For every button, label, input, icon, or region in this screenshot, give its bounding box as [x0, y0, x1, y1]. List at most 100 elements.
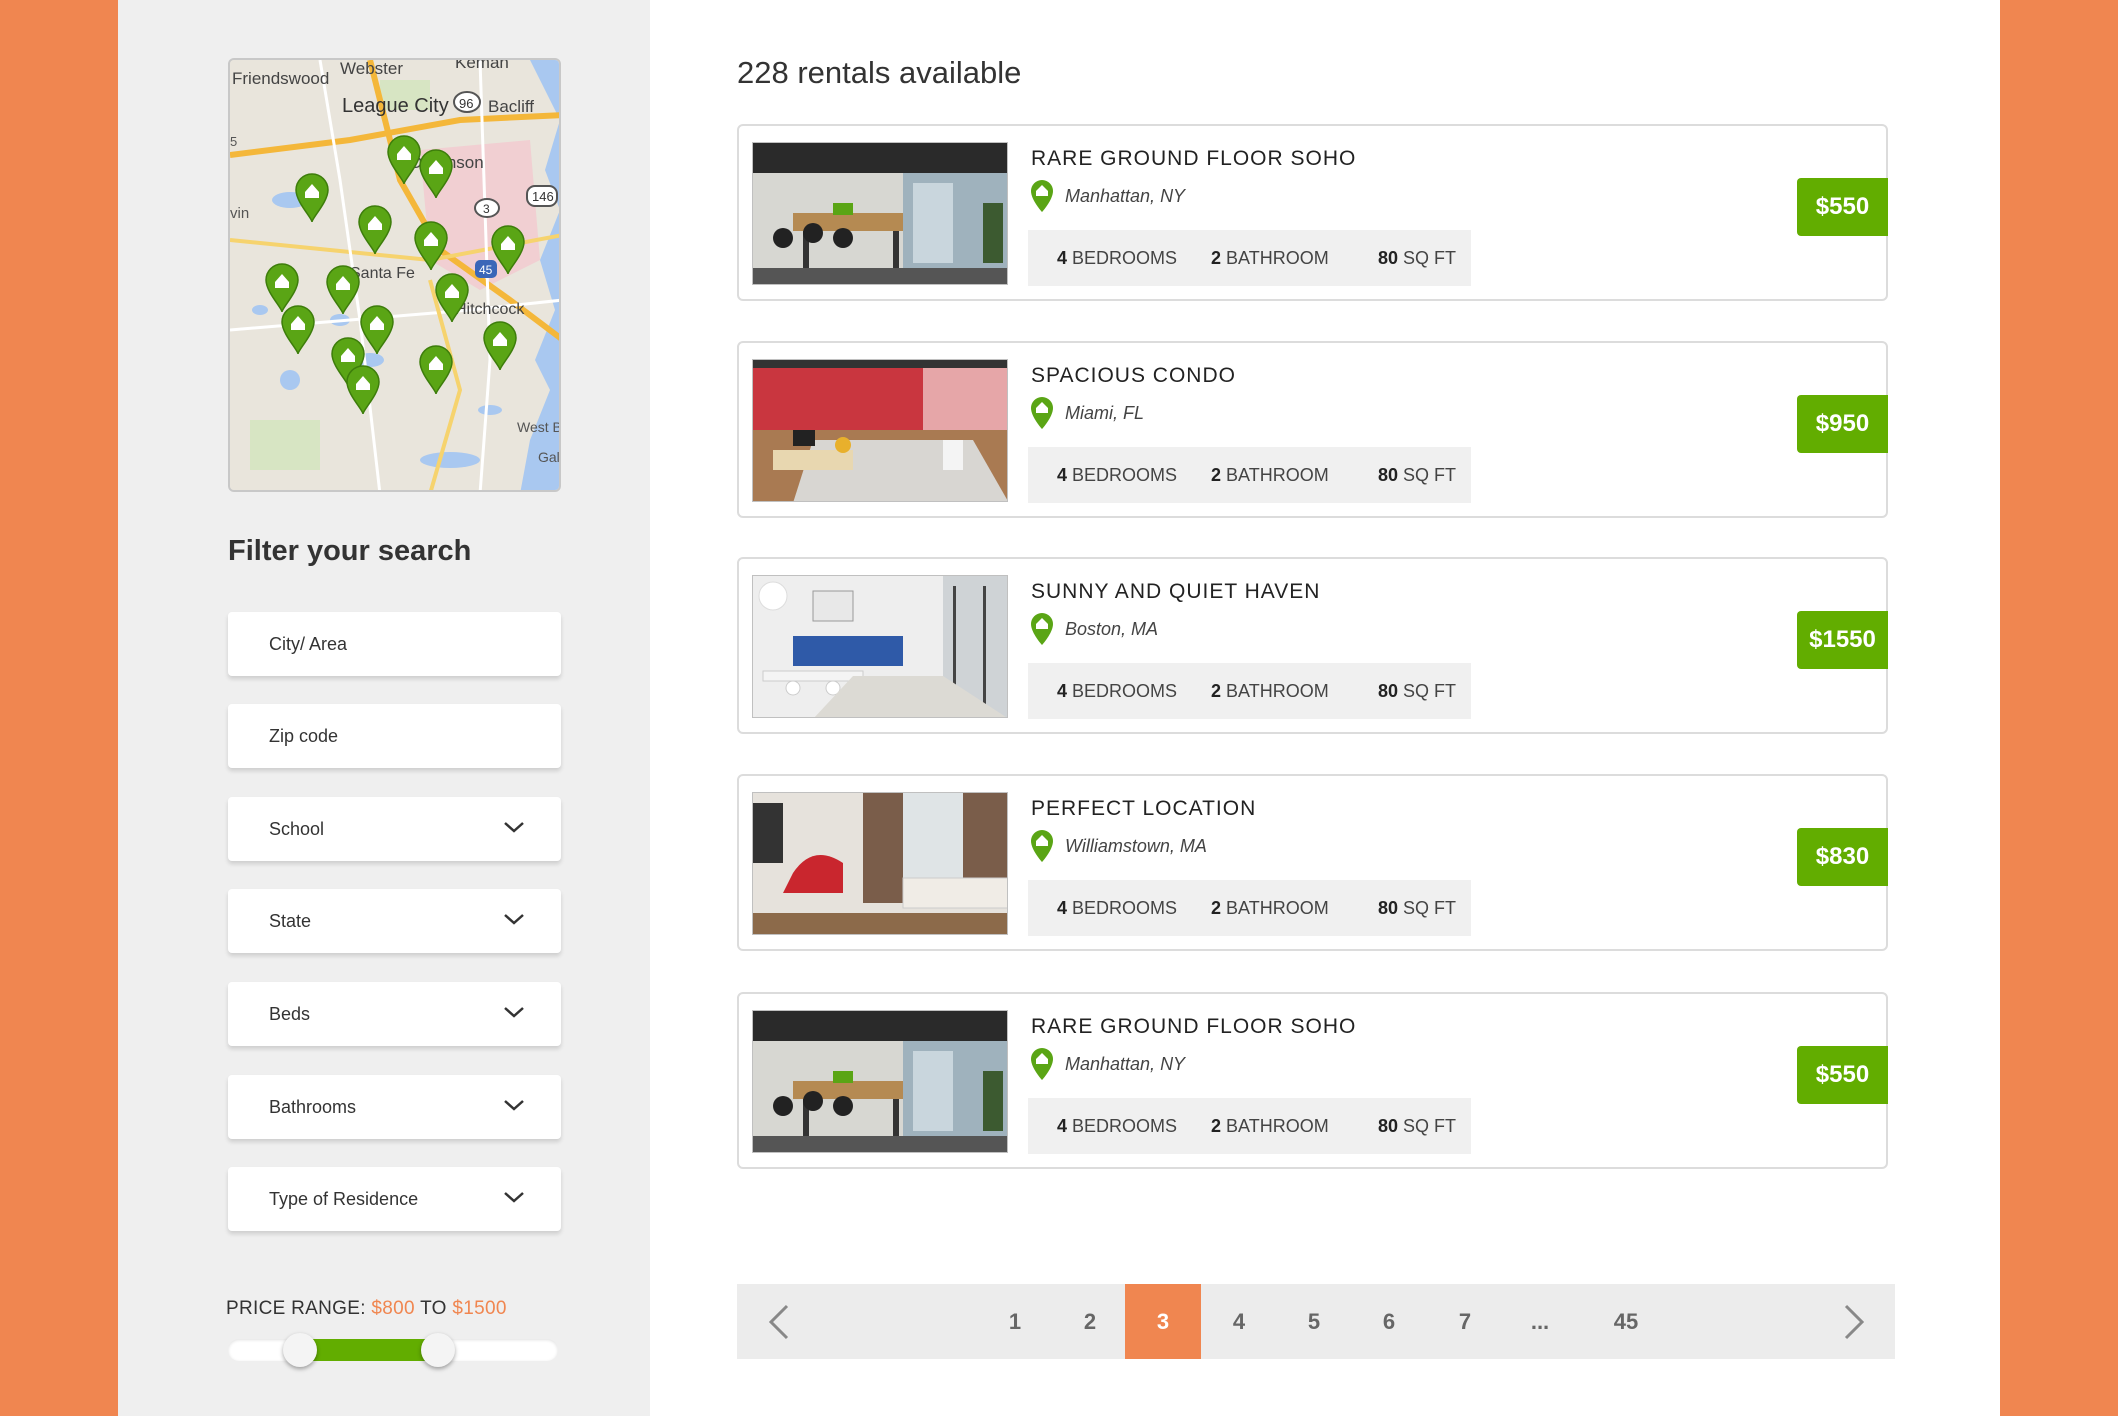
route-shield: 146 [526, 185, 558, 207]
area-spec: 80 SQ FT [1378, 464, 1457, 485]
bathrooms-select[interactable]: Bathrooms [228, 1075, 561, 1139]
svg-text:96: 96 [459, 96, 473, 111]
chevron-down-icon [504, 914, 524, 925]
map-label: 5 [230, 134, 237, 149]
chevron-down-icon [504, 1007, 524, 1018]
price-range-slider[interactable] [228, 1333, 558, 1367]
field-label: Bathrooms [269, 1096, 357, 1117]
listing-photo[interactable] [752, 575, 1008, 718]
baths-spec: 2 BATHROOM [1211, 464, 1329, 485]
route-shield: 3 [474, 198, 500, 218]
slider-fill [300, 1339, 438, 1361]
price-badge: $550 [1797, 178, 1888, 236]
field-label: Beds [269, 1003, 311, 1024]
listing-photo[interactable] [752, 792, 1008, 935]
location-text: Boston, MA [1065, 618, 1159, 639]
route-shield: 45 [475, 260, 497, 278]
price-badge: $550 [1797, 1046, 1888, 1104]
slider-min-handle[interactable] [283, 1333, 317, 1367]
listing-specs: 4 BEDROOMS 2 BATHROOM 80 SQ FT [1028, 230, 1471, 286]
page-button-active[interactable]: 3 [1125, 1284, 1201, 1359]
beds-spec: 4 BEDROOMS [1057, 1115, 1178, 1136]
page-button[interactable]: 2 [1052, 1284, 1128, 1359]
beds-spec: 4 BEDROOMS [1057, 247, 1178, 268]
baths-spec: 2 BATHROOM [1211, 897, 1329, 918]
page-button[interactable]: 7 [1427, 1284, 1503, 1359]
location-pin-icon [1031, 180, 1053, 212]
location-text: Manhattan, NY [1065, 185, 1186, 206]
location-text: Williamstown, MA [1065, 835, 1207, 856]
listing-specs: 4 BEDROOMS 2 BATHROOM 80 SQ FT [1028, 880, 1471, 936]
listing-photo[interactable] [752, 1010, 1008, 1153]
listing-title[interactable]: RARE GROUND FLOOR SOHO [1031, 1015, 1356, 1039]
area-spec: 80 SQ FT [1378, 897, 1457, 918]
field-label: City/ Area [269, 633, 348, 654]
map-label: Kemah [455, 60, 509, 72]
map-label: Webster [340, 60, 403, 78]
listing-photo[interactable] [752, 359, 1008, 502]
location-pin-icon [1031, 397, 1053, 429]
listing-title[interactable]: SUNNY AND QUIET HAVEN [1031, 580, 1320, 604]
page-button[interactable]: 4 [1201, 1284, 1277, 1359]
listing-card[interactable]: SPACIOUS CONDO Miami, FL 4 BEDROOMS 2 BA… [737, 341, 1888, 518]
listing-card[interactable]: RARE GROUND FLOOR SOHO Manhattan, NY 4 B… [737, 992, 1888, 1169]
listing-photo[interactable] [752, 142, 1008, 285]
price-badge: $950 [1797, 395, 1888, 453]
city-area-input[interactable]: City/ Area [228, 612, 561, 676]
field-label: Zip code [269, 725, 339, 746]
svg-text:45: 45 [479, 263, 493, 277]
listing-title[interactable]: RARE GROUND FLOOR SOHO [1031, 147, 1356, 171]
listing-card[interactable]: PERFECT LOCATION Williamstown, MA 4 BEDR… [737, 774, 1888, 951]
listing-title[interactable]: PERFECT LOCATION [1031, 797, 1256, 821]
chevron-down-icon [504, 822, 524, 833]
map-label: Hitchcock [455, 301, 525, 318]
listing-location: Williamstown, MA [1031, 830, 1207, 862]
page-button[interactable]: 5 [1276, 1284, 1352, 1359]
location-pin-icon [1031, 1048, 1053, 1080]
svg-text:3: 3 [483, 202, 490, 216]
listings-panel: 228 rentals available RARE GROUND FLOOR … [650, 0, 2000, 1416]
baths-spec: 2 BATHROOM [1211, 680, 1329, 701]
price-to: TO [420, 1298, 447, 1319]
residence-type-select[interactable]: Type of Residence [228, 1167, 561, 1231]
listing-card[interactable]: SUNNY AND QUIET HAVEN Boston, MA 4 BEDRO… [737, 557, 1888, 734]
listing-location: Manhattan, NY [1031, 1048, 1185, 1080]
listing-location: Manhattan, NY [1031, 180, 1185, 212]
field-label: School [269, 818, 325, 839]
beds-spec: 4 BEDROOMS [1057, 680, 1178, 701]
zip-code-input[interactable]: Zip code [228, 704, 561, 768]
listing-card[interactable]: RARE GROUND FLOOR SOHO Manhattan, NY 4 B… [737, 124, 1888, 301]
state-select[interactable]: State [228, 889, 561, 953]
price-range-label: PRICE RANGE: $800 TO $1500 [226, 1298, 507, 1320]
slider-max-handle[interactable] [421, 1333, 455, 1367]
baths-spec: 2 BATHROOM [1211, 1115, 1329, 1136]
price-min: $800 [371, 1298, 415, 1319]
baths-spec: 2 BATHROOM [1211, 247, 1329, 268]
listing-title[interactable]: SPACIOUS CONDO [1031, 364, 1236, 388]
listing-specs: 4 BEDROOMS 2 BATHROOM 80 SQ FT [1028, 663, 1471, 719]
school-select[interactable]: School [228, 797, 561, 861]
beds-select[interactable]: Beds [228, 982, 561, 1046]
svg-text:146: 146 [532, 189, 554, 204]
chevron-right-icon[interactable] [1834, 1302, 1874, 1342]
price-max: $1500 [452, 1298, 507, 1319]
map-label: League City [342, 95, 449, 117]
price-badge: $830 [1797, 828, 1888, 886]
location-text: Miami, FL [1065, 402, 1145, 423]
area-spec: 80 SQ FT [1378, 247, 1457, 268]
page-button[interactable]: 45 [1588, 1284, 1664, 1359]
map-graphic: Webster Kemah Friendswood League City Ba… [230, 60, 560, 490]
map-label: vin [230, 205, 249, 222]
map-view[interactable]: Webster Kemah Friendswood League City Ba… [228, 58, 561, 492]
page-button[interactable]: 1 [977, 1284, 1053, 1359]
map-label: Bacliff [488, 97, 534, 116]
results-count: 228 rentals available [737, 55, 1022, 90]
chevron-down-icon [504, 1100, 524, 1111]
chevron-left-icon[interactable] [759, 1302, 799, 1342]
page-button[interactable]: 6 [1351, 1284, 1427, 1359]
listing-specs: 4 BEDROOMS 2 BATHROOM 80 SQ FT [1028, 1098, 1471, 1154]
price-prefix: PRICE RANGE: [226, 1298, 366, 1319]
location-pin-icon [1031, 830, 1053, 862]
map-label: Gal [538, 449, 560, 465]
filter-sidebar: Webster Kemah Friendswood League City Ba… [118, 0, 650, 1416]
